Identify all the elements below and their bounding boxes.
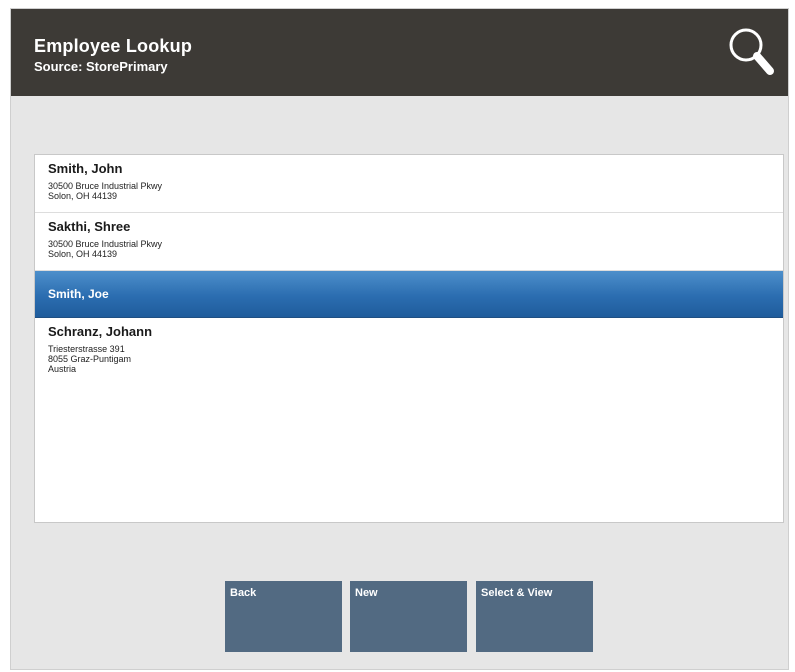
header-bar: Employee Lookup Source: StorePrimary — [11, 9, 788, 96]
employee-results-list[interactable]: Smith, John 30500 Bruce Industrial Pkwy … — [34, 154, 784, 523]
search-icon — [729, 28, 774, 75]
employee-name: Smith, Joe — [48, 287, 109, 301]
list-item-selected[interactable]: Smith, Joe — [35, 271, 783, 318]
employee-name: Smith, John — [48, 161, 123, 176]
employee-name: Sakthi, Shree — [48, 219, 131, 234]
employee-address: 30500 Bruce Industrial Pkwy Solon, OH 44… — [48, 239, 163, 259]
employee-lookup-screen: Employee Lookup Source: StorePrimary Smi… — [10, 8, 789, 670]
employee-address: Triesterstrasse 391 8055 Graz-Puntigam A… — [48, 344, 132, 374]
list-item[interactable]: Sakthi, Shree 30500 Bruce Industrial Pkw… — [35, 213, 783, 271]
select-and-view-button[interactable]: Select & View — [476, 581, 593, 652]
employee-address: 30500 Bruce Industrial Pkwy Solon, OH 44… — [48, 181, 163, 201]
back-button[interactable]: Back — [225, 581, 342, 652]
employee-name: Schranz, Johann — [48, 324, 153, 339]
search-button[interactable] — [724, 21, 778, 83]
new-button[interactable]: New — [350, 581, 467, 652]
page-subtitle: Source: StorePrimary — [34, 59, 168, 74]
list-item[interactable]: Smith, John 30500 Bruce Industrial Pkwy … — [35, 155, 783, 213]
list-item[interactable]: Schranz, Johann Triesterstrasse 391 8055… — [35, 318, 783, 408]
page-title: Employee Lookup — [34, 36, 193, 56]
